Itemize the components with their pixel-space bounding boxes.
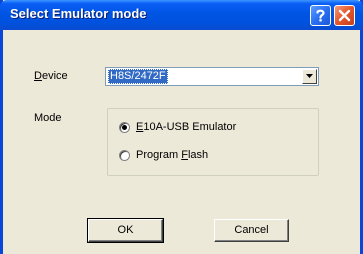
device-select[interactable]: H8S/2472F <box>105 67 319 86</box>
window-title: Select Emulator mode <box>10 6 147 21</box>
help-button[interactable] <box>310 5 331 26</box>
radio-program-flash-button[interactable] <box>119 150 130 161</box>
title-bar[interactable]: Select Emulator mode <box>0 0 363 30</box>
mode-label: Mode <box>34 112 62 124</box>
cancel-button[interactable]: Cancel <box>214 219 289 242</box>
help-icon <box>316 9 325 22</box>
close-icon <box>338 9 351 22</box>
radio-e10a-usb-emulator-button[interactable] <box>119 122 130 133</box>
device-select-value: H8S/2472F <box>108 69 168 84</box>
chevron-down-icon <box>306 74 313 78</box>
device-dropdown-button[interactable] <box>302 69 317 84</box>
radio-e10a-usb-emulator-label: E10A-USB Emulator <box>136 121 237 133</box>
close-button[interactable] <box>334 5 355 26</box>
radio-selected-dot <box>122 125 127 130</box>
select-emulator-mode-dialog: Select Emulator mode Device H8S/2472F Mo… <box>0 0 363 254</box>
radio-program-flash-label: Program Flash <box>136 149 209 161</box>
device-label: Device <box>34 70 68 82</box>
ok-button[interactable]: OK <box>87 218 164 243</box>
mode-group <box>107 108 319 176</box>
